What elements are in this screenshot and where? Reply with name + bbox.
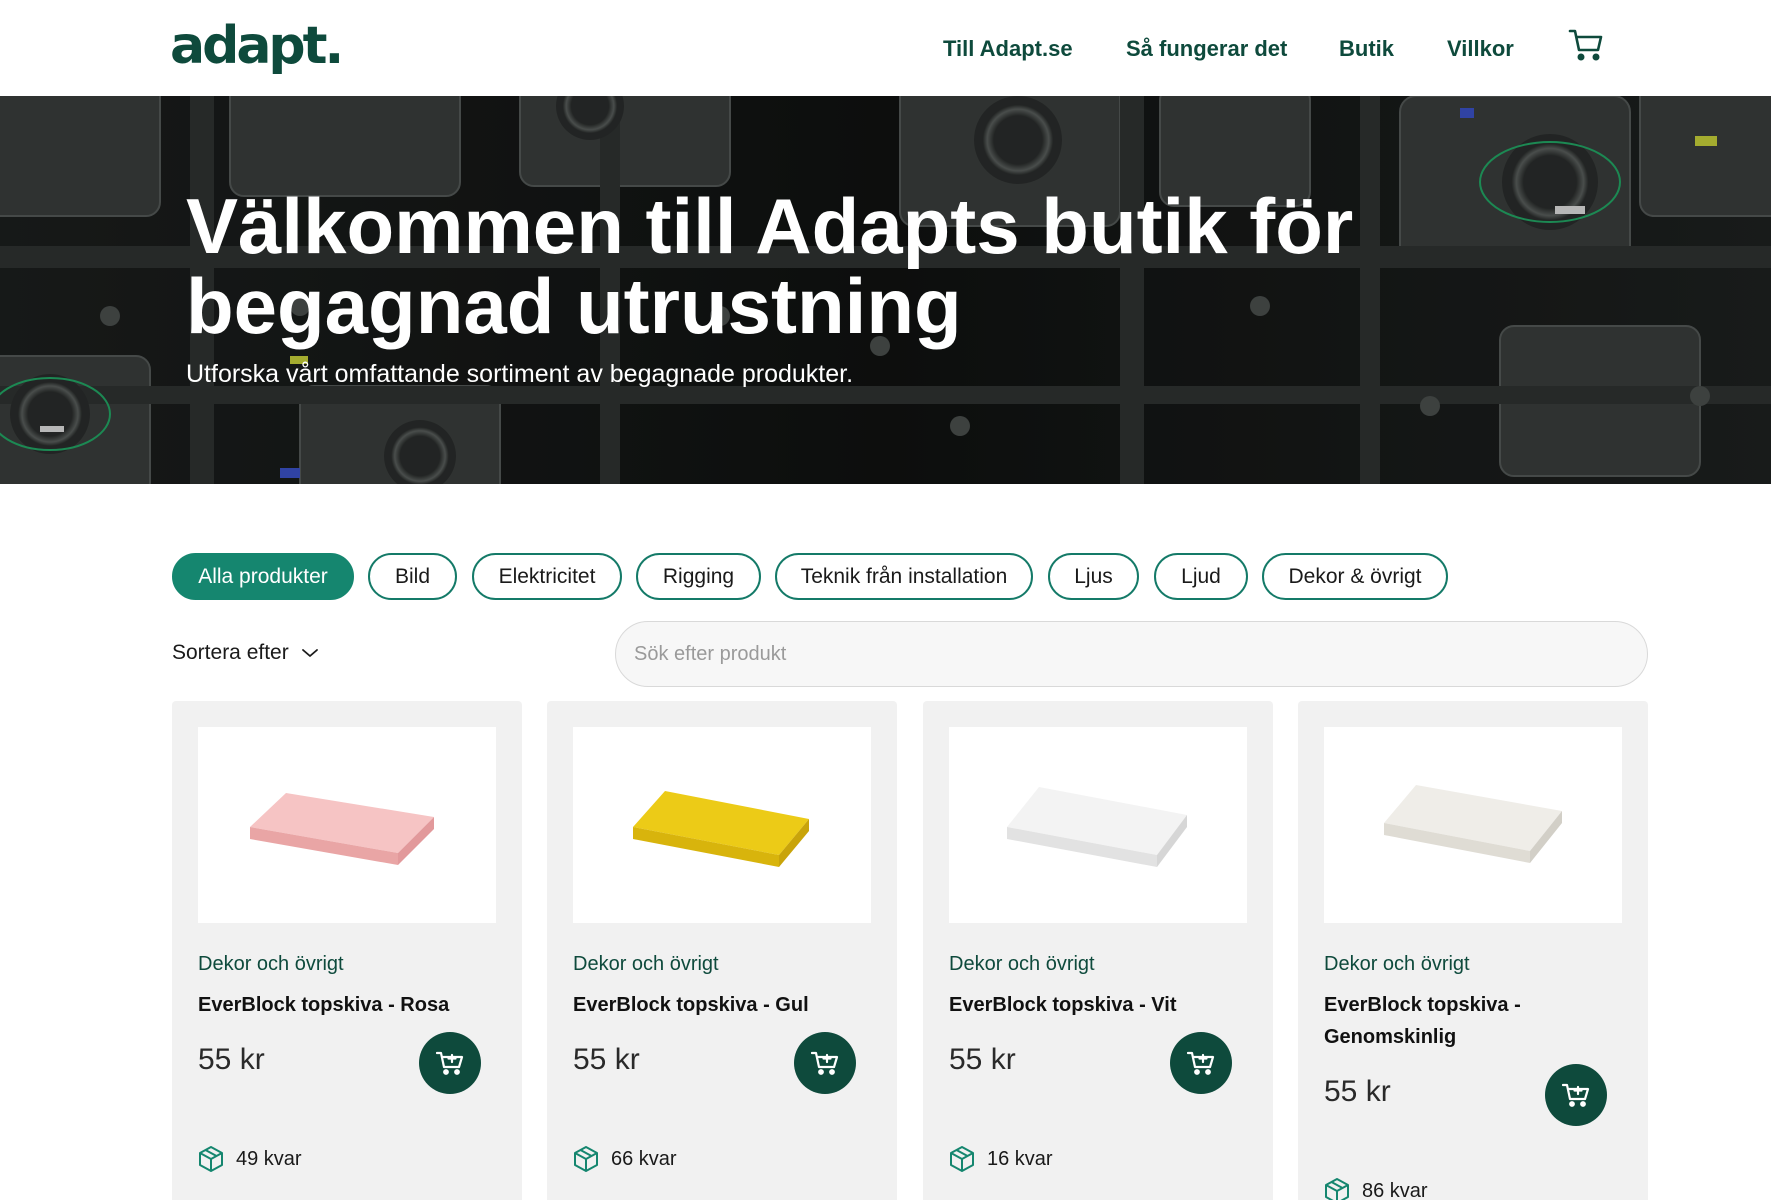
stock-count: 66 kvar — [611, 1147, 677, 1170]
box-icon — [950, 1146, 974, 1172]
product-price: 55 kr — [949, 1043, 1016, 1076]
hero-subtitle: Utforska vårt omfattande sortiment av be… — [186, 360, 854, 388]
product-price: 55 kr — [1324, 1075, 1391, 1108]
filter-chip-elektricitet[interactable]: Elektricitet — [472, 553, 622, 600]
product-name[interactable]: EverBlock topskiva - Genomskinlig — [1324, 989, 1624, 1053]
add-to-cart-button[interactable] — [1545, 1064, 1607, 1126]
product-category: Dekor och övrigt — [1324, 953, 1470, 975]
product-card[interactable]: Dekor och övrigt EverBlock topskiva - Ro… — [172, 701, 522, 1200]
nav-link-shop[interactable]: Butik — [1339, 36, 1394, 62]
product-image[interactable] — [949, 727, 1247, 923]
sort-dropdown[interactable]: Sortera efter — [172, 641, 319, 665]
product-price: 55 kr — [198, 1043, 265, 1076]
filter-chip-dekor-ovrigt[interactable]: Dekor & övrigt — [1262, 553, 1448, 600]
box-icon — [574, 1146, 598, 1172]
product-category: Dekor och övrigt — [949, 953, 1095, 975]
nav-link-terms[interactable]: Villkor — [1447, 36, 1514, 62]
product-stock: 49 kvar — [198, 1145, 302, 1173]
product-card[interactable]: Dekor och övrigt EverBlock topskiva - Vi… — [923, 701, 1273, 1200]
cart-icon[interactable] — [1568, 28, 1604, 62]
add-to-cart-button[interactable] — [1170, 1032, 1232, 1094]
product-category: Dekor och övrigt — [573, 953, 719, 975]
sort-label: Sortera efter — [172, 641, 289, 664]
filter-chip-ljud[interactable]: Ljud — [1154, 553, 1248, 600]
product-image[interactable] — [198, 727, 496, 923]
product-stock: 86 kvar — [1324, 1177, 1428, 1200]
product-stock: 66 kvar — [573, 1145, 677, 1173]
cart-plus-icon — [1562, 1083, 1590, 1107]
nav-link-adapt-se[interactable]: Till Adapt.se — [943, 36, 1073, 62]
chevron-down-icon — [301, 649, 318, 657]
add-to-cart-button[interactable] — [419, 1032, 481, 1094]
stock-count: 49 kvar — [236, 1147, 302, 1170]
filter-chip-rigging[interactable]: Rigging — [636, 553, 761, 600]
product-image[interactable] — [573, 727, 871, 923]
product-category: Dekor och övrigt — [198, 953, 344, 975]
product-name[interactable]: EverBlock topskiva - Rosa — [198, 989, 498, 1021]
cart-plus-icon — [811, 1051, 839, 1075]
box-icon — [1325, 1178, 1349, 1200]
box-icon — [199, 1146, 223, 1172]
filter-chip-bild[interactable]: Bild — [368, 553, 457, 600]
cart-plus-icon — [1187, 1051, 1215, 1075]
adapt-logo[interactable]: adapt. — [170, 18, 344, 74]
nav-link-how-it-works[interactable]: Så fungerar det — [1126, 36, 1287, 62]
filter-chip-all-products[interactable]: Alla produkter — [172, 553, 354, 600]
product-image[interactable] — [1324, 727, 1622, 923]
product-price: 55 kr — [573, 1043, 640, 1076]
product-card[interactable]: Dekor och övrigt EverBlock topskiva - Gu… — [547, 701, 897, 1200]
hero-title: Välkommen till Adapts butik för begagnad… — [186, 182, 1354, 350]
hero-banner: Välkommen till Adapts butik för begagnad… — [0, 96, 1771, 484]
product-stock: 16 kvar — [949, 1145, 1053, 1173]
search-input[interactable] — [615, 621, 1648, 687]
filter-chip-ljus[interactable]: Ljus — [1048, 553, 1139, 600]
product-name[interactable]: EverBlock topskiva - Vit — [949, 989, 1249, 1021]
product-card[interactable]: Dekor och övrigt EverBlock topskiva - Ge… — [1298, 701, 1648, 1200]
stock-count: 16 kvar — [987, 1147, 1053, 1170]
stock-count: 86 kvar — [1362, 1179, 1428, 1200]
add-to-cart-button[interactable] — [794, 1032, 856, 1094]
site-header: adapt. Till Adapt.se Så fungerar det But… — [0, 0, 1771, 96]
product-name[interactable]: EverBlock topskiva - Gul — [573, 989, 873, 1021]
filter-chip-teknik-installation[interactable]: Teknik från installation — [775, 553, 1033, 600]
cart-plus-icon — [436, 1051, 464, 1075]
